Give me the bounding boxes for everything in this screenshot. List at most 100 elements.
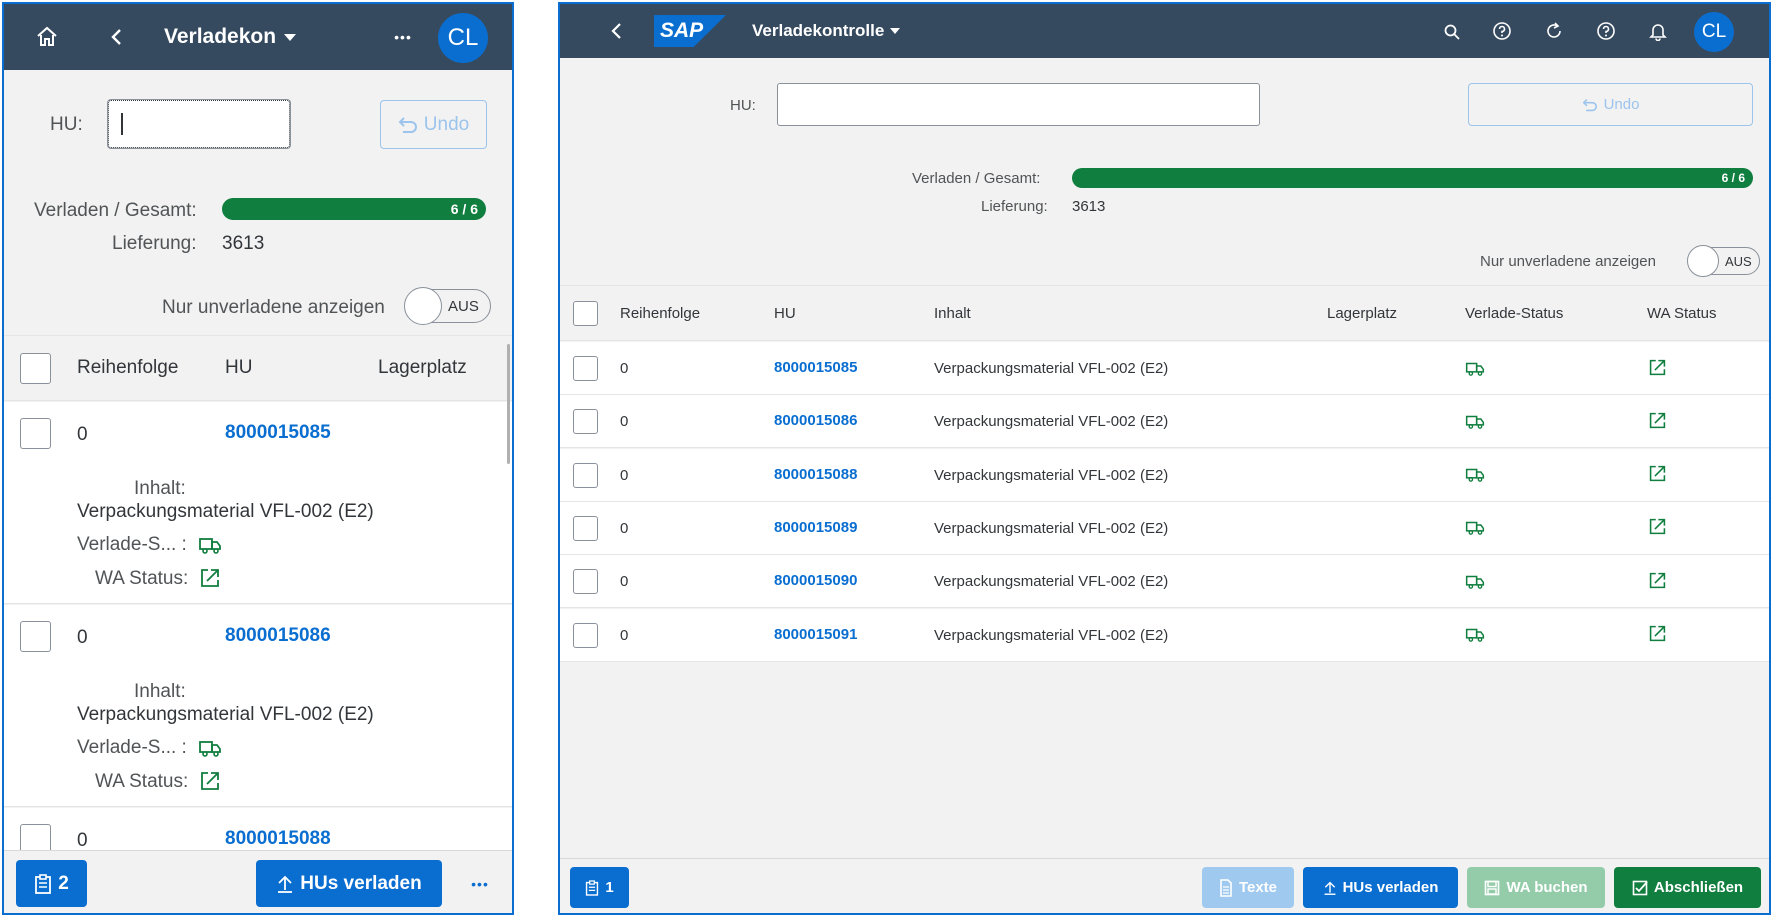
truck-icon <box>197 736 223 760</box>
goods-issue-icon <box>1646 516 1668 538</box>
shell-bar: Verladekon ••• CL <box>4 4 512 70</box>
help-icon[interactable] <box>1594 19 1618 43</box>
goods-issue-icon <box>1646 623 1668 645</box>
hu-link[interactable]: 8000015088 <box>225 828 331 850</box>
delivery-value: 3613 <box>222 233 265 254</box>
table-empty-area <box>560 662 1769 858</box>
home-icon[interactable] <box>32 22 62 52</box>
hu-input[interactable] <box>108 100 290 148</box>
load-hus-button[interactable]: HUs verladen <box>1303 867 1458 908</box>
hu-link[interactable]: 8000015086 <box>225 625 331 647</box>
task-count: 1 <box>605 879 614 896</box>
hu-link[interactable]: 8000015089 <box>774 519 857 536</box>
app-title[interactable]: Verladekon <box>164 24 297 50</box>
hu-link[interactable]: 8000015085 <box>774 359 857 376</box>
more-icon[interactable]: ••• <box>386 24 420 50</box>
finish-button[interactable]: Abschließen <box>1614 867 1761 908</box>
unloaded-only-switch[interactable]: AUS <box>1687 245 1760 277</box>
row-checkbox[interactable] <box>20 418 51 449</box>
task-count: 2 <box>58 872 69 894</box>
table-row[interactable]: 0 8000015085 Inhalt: Verpackungsmaterial… <box>4 402 512 604</box>
progress-text: 6 / 6 <box>1721 171 1745 185</box>
task-list-button[interactable]: 1 <box>570 867 629 908</box>
row-checkbox[interactable] <box>573 569 598 595</box>
goods-issue-icon <box>1646 356 1668 378</box>
column-hu: HU <box>774 305 796 322</box>
help-icon[interactable] <box>1490 19 1514 43</box>
sequence-value: 0 <box>620 466 629 484</box>
table-row[interactable]: 0 8000015088 Verpackungsmaterial VFL-002 (… <box>560 448 1769 502</box>
task-list-button[interactable]: 2 <box>16 860 87 907</box>
back-icon[interactable] <box>102 22 132 52</box>
sequence-value: 0 <box>620 626 629 644</box>
goods-issue-icon <box>1646 409 1668 431</box>
texts-label: Texte <box>1238 879 1278 896</box>
more-actions-button[interactable]: ••• <box>456 860 504 907</box>
row-checkbox[interactable] <box>573 622 598 648</box>
column-hu: HU <box>225 357 253 378</box>
select-all-checkbox[interactable] <box>573 301 598 326</box>
delivery-label: Lieferung: <box>112 233 197 254</box>
row-checkbox[interactable] <box>20 621 51 652</box>
content-value: Verpackungsmaterial VFL-002 (E2) <box>934 360 1169 377</box>
undo-button[interactable]: Undo <box>380 100 487 149</box>
hu-label: HU: <box>730 97 756 114</box>
select-all-checkbox[interactable] <box>20 353 51 384</box>
wa-status-label: WA Status: <box>95 771 189 792</box>
table-row[interactable]: 0 8000015090 Verpackungsmaterial VFL-002 (… <box>560 555 1769 609</box>
sequence-value: 0 <box>620 360 629 377</box>
refresh-icon[interactable] <box>1542 19 1566 43</box>
hu-input[interactable] <box>777 83 1260 126</box>
post-goods-issue-button[interactable]: WA buchen <box>1467 867 1605 908</box>
row-checkbox[interactable] <box>573 515 598 541</box>
goods-issue-icon <box>1646 569 1668 591</box>
app-title[interactable]: Verladekontrolle <box>752 20 901 42</box>
hu-link[interactable]: 8000015088 <box>774 466 857 483</box>
delivery-label: Lieferung: <box>981 198 1048 215</box>
bell-icon[interactable] <box>1646 19 1670 43</box>
content-value: Verpackungsmaterial VFL-002 (E2) <box>77 704 374 725</box>
search-icon[interactable] <box>1440 20 1464 44</box>
row-checkbox[interactable] <box>573 409 598 435</box>
sap-logo[interactable]: SAP <box>654 15 726 47</box>
undo-icon <box>398 116 417 133</box>
load-status-label: Verlade-S... : <box>77 534 187 555</box>
table-row[interactable]: 0 8000015086 Verpackungsmaterial VFL-002 (… <box>560 395 1769 449</box>
avatar[interactable]: CL <box>1694 12 1734 52</box>
load-hus-button[interactable]: HUs verladen <box>256 860 442 907</box>
sequence-value: 0 <box>77 627 88 648</box>
goods-issue-icon <box>197 566 223 590</box>
upload-icon <box>278 875 293 893</box>
table-row[interactable]: 0 8000015086 Inhalt: Verpackungsmaterial… <box>4 605 512 807</box>
switch-state: AUS <box>1725 254 1752 269</box>
table-row[interactable]: 0 8000015089 Verpackungsmaterial VFL-002 (… <box>560 501 1769 555</box>
avatar[interactable]: CL <box>438 13 488 63</box>
footer-toolbar: 2 HUs verladen ••• <box>4 850 512 913</box>
upload-icon <box>1324 881 1336 895</box>
sequence-value: 0 <box>620 413 629 431</box>
hu-link[interactable]: 8000015086 <box>774 412 857 429</box>
hu-label: HU: <box>50 114 83 135</box>
row-checkbox[interactable] <box>573 462 598 488</box>
switch-state: AUS <box>448 298 479 315</box>
content-label: Inhalt: <box>134 478 186 499</box>
unloaded-only-switch[interactable]: AUS <box>404 287 491 325</box>
texts-button[interactable]: Texte <box>1202 867 1294 908</box>
table-header: Reihenfolge HU Inhalt Lagerplatz Verlade… <box>560 285 1769 341</box>
undo-button[interactable]: Undo <box>1468 83 1753 126</box>
scrollbar[interactable] <box>507 344 510 464</box>
row-checkbox[interactable] <box>573 356 598 381</box>
back-icon[interactable] <box>604 18 630 44</box>
hu-link[interactable]: 8000015091 <box>774 626 857 643</box>
hu-link[interactable]: 8000015090 <box>774 572 857 589</box>
clipboard-icon <box>35 873 52 894</box>
content-value: Verpackungsmaterial VFL-002 (E2) <box>934 573 1169 591</box>
table-row[interactable]: 0 8000015085 Verpackungsmaterial VFL-002 (… <box>560 342 1769 395</box>
switch-knob <box>404 287 442 325</box>
truck-icon <box>1464 411 1486 431</box>
hu-link[interactable]: 8000015085 <box>225 422 331 444</box>
load-status-label: Verlade-S... : <box>77 737 187 758</box>
app-title-text: Verladekon <box>164 25 277 48</box>
undo-label: Undo <box>423 113 470 135</box>
table-row[interactable]: 0 8000015091 Verpackungsmaterial VFL-002 (… <box>560 608 1769 662</box>
